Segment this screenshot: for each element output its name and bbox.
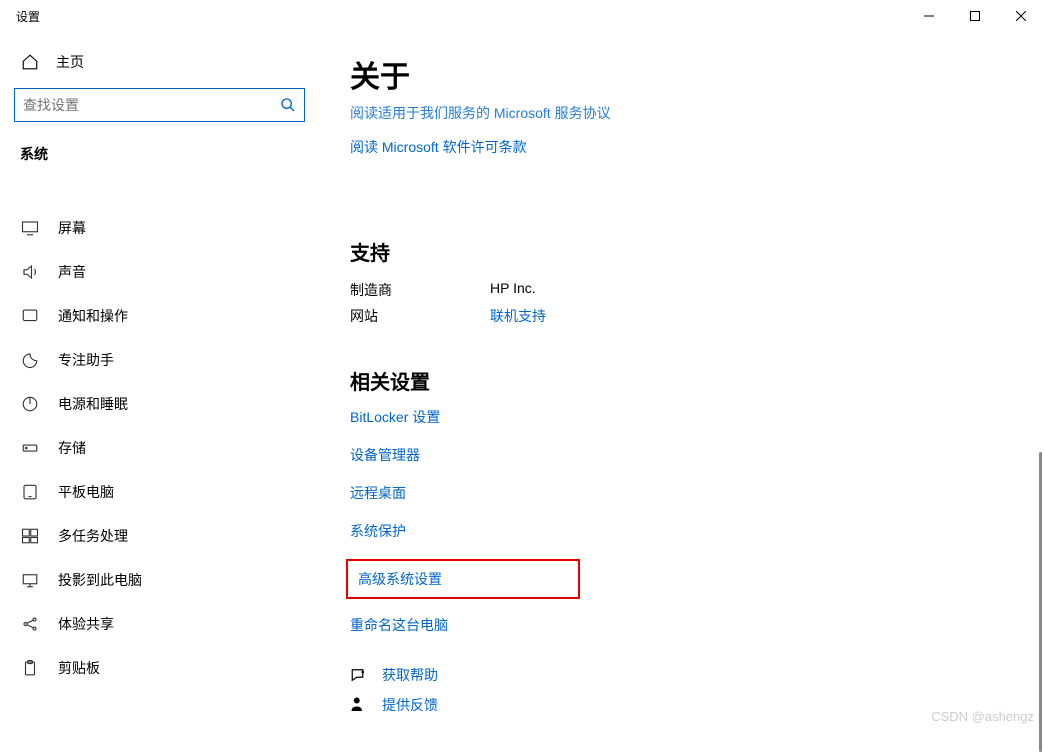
window-title: 设置 (16, 8, 40, 25)
search-input[interactable] (23, 97, 280, 113)
sidebar-item-display[interactable]: 屏幕 (0, 206, 319, 250)
search-icon (280, 97, 296, 113)
online-support-link[interactable]: 联机支持 (490, 306, 546, 326)
remote-desktop-link[interactable]: 远程桌面 (350, 483, 406, 503)
page-title: 关于 (350, 52, 1044, 96)
sidebar-item-tablet[interactable]: 平板电脑 (0, 470, 319, 514)
sidebar-item-label: 平板电脑 (58, 482, 114, 502)
share-icon (20, 615, 40, 633)
sidebar: 主页 系统 屏幕 声音 通知和操作 (0, 32, 320, 730)
bitlocker-link[interactable]: BitLocker 设置 (350, 407, 440, 427)
sidebar-item-clipboard[interactable]: 剪贴板 (0, 646, 319, 690)
sidebar-item-label: 专注助手 (58, 350, 114, 370)
home-icon (20, 53, 40, 71)
clipboard-icon (20, 659, 40, 677)
sidebar-item-share[interactable]: 体验共享 (0, 602, 319, 646)
sidebar-item-power[interactable]: 电源和睡眠 (0, 382, 319, 426)
sidebar-item-label: 电源和睡眠 (58, 394, 128, 414)
power-icon (20, 395, 40, 413)
multitask-icon (20, 527, 40, 545)
display-icon (20, 219, 40, 237)
sidebar-item-notifications[interactable]: 通知和操作 (0, 294, 319, 338)
sidebar-item-sound[interactable]: 声音 (0, 250, 319, 294)
get-help-link[interactable]: 获取帮助 (382, 665, 438, 685)
sidebar-item-focus[interactable]: 专注助手 (0, 338, 319, 382)
sidebar-item-label: 屏幕 (58, 218, 86, 238)
notify-icon (20, 307, 40, 325)
search-input-wrap[interactable] (14, 88, 305, 122)
focus-icon (20, 351, 40, 369)
related-settings-heading: 相关设置 (350, 366, 1044, 395)
sidebar-item-label: 投影到此电脑 (58, 570, 142, 590)
ms-service-agreement-link[interactable]: 阅读适用于我们服务的 Microsoft 服务协议 (350, 102, 611, 123)
device-manager-link[interactable]: 设备管理器 (350, 445, 420, 465)
minimize-button[interactable] (906, 0, 952, 32)
sidebar-item-storage[interactable]: 存储 (0, 426, 319, 470)
website-label: 网站 (350, 306, 490, 326)
sidebar-item-project[interactable]: 投影到此电脑 (0, 558, 319, 602)
manufacturer-label: 制造商 (350, 280, 490, 300)
sidebar-section-label: 系统 (0, 136, 319, 176)
close-button[interactable] (998, 0, 1044, 32)
sidebar-item-label: 声音 (58, 262, 86, 282)
sidebar-item-label: 剪贴板 (58, 658, 100, 678)
feedback-icon (350, 696, 368, 714)
manufacturer-value: HP Inc. (490, 280, 536, 300)
project-icon (20, 571, 40, 589)
window-controls (906, 0, 1044, 32)
content-area: 关于 阅读适用于我们服务的 Microsoft 服务协议 阅读 Microsof… (320, 32, 1044, 730)
license-terms-link[interactable]: 阅读 Microsoft 软件许可条款 (350, 137, 527, 157)
advanced-system-settings-link[interactable]: 高级系统设置 (358, 569, 442, 589)
tablet-icon (20, 483, 40, 501)
home-nav[interactable]: 主页 (0, 42, 319, 82)
rename-pc-link[interactable]: 重命名这台电脑 (350, 615, 448, 635)
feedback-link[interactable]: 提供反馈 (382, 695, 438, 715)
sidebar-item-label: 通知和操作 (58, 306, 128, 326)
home-label: 主页 (56, 52, 84, 72)
highlight-annotation: 高级系统设置 (346, 559, 580, 599)
support-heading: 支持 (350, 237, 1044, 266)
sidebar-item-label: 体验共享 (58, 614, 114, 634)
scrollbar[interactable] (1039, 452, 1042, 752)
get-help-icon (350, 666, 368, 684)
sidebar-item-label: 多任务处理 (58, 526, 128, 546)
system-protection-link[interactable]: 系统保护 (350, 521, 406, 541)
storage-icon (20, 439, 40, 457)
sidebar-item-label: 存储 (58, 438, 86, 458)
sound-icon (20, 263, 40, 281)
sidebar-item-multitask[interactable]: 多任务处理 (0, 514, 319, 558)
watermark: CSDN @ashengz (931, 709, 1034, 724)
maximize-button[interactable] (952, 0, 998, 32)
titlebar: 设置 (0, 0, 1044, 32)
